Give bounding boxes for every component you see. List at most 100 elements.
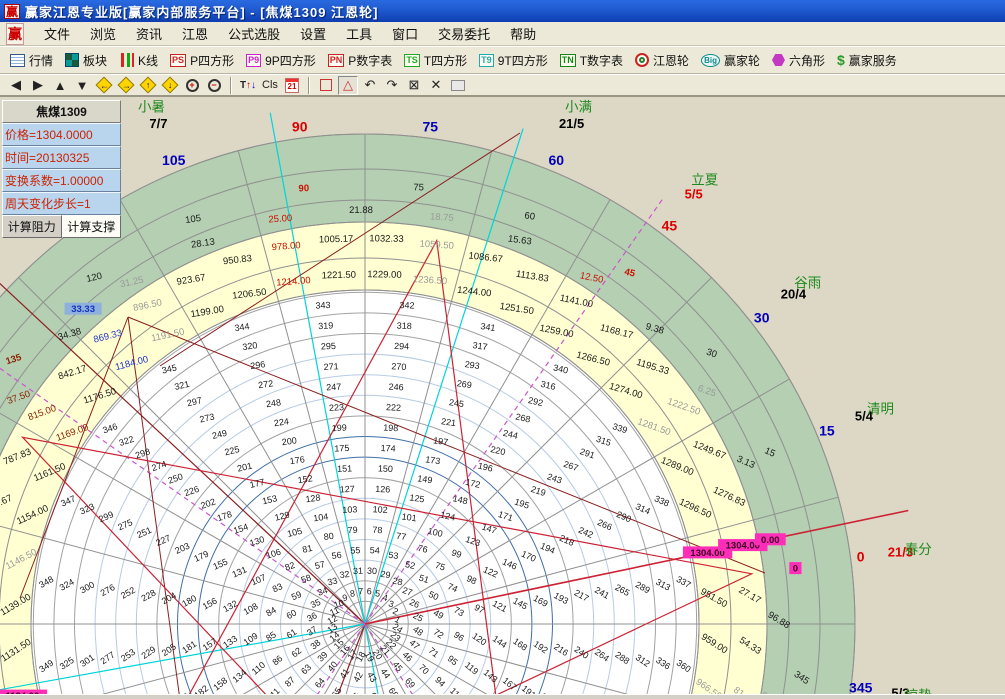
svg-text:78: 78 bbox=[372, 525, 382, 535]
svg-text:245: 245 bbox=[448, 397, 464, 409]
svg-text:53: 53 bbox=[388, 550, 399, 561]
svg-text:立夏: 立夏 bbox=[691, 172, 718, 187]
svg-text:105: 105 bbox=[185, 213, 202, 226]
draw-btn-rotate-cw[interactable]: ↷ bbox=[382, 76, 402, 95]
svg-text:21.88: 21.88 bbox=[349, 205, 373, 216]
svg-text:惊蛰: 惊蛰 bbox=[905, 688, 932, 694]
menu-item-7[interactable]: 窗口 bbox=[382, 22, 428, 45]
draw-btn-nav-down[interactable]: ▼ bbox=[72, 76, 92, 95]
toolbar-btn-sectors[interactable]: 板块 bbox=[59, 49, 113, 72]
svg-text:56: 56 bbox=[331, 550, 342, 561]
gann-wheel-label: 江恩轮 bbox=[653, 52, 689, 69]
draw-btn-zoom-out[interactable]: − bbox=[204, 76, 224, 95]
svg-text:342: 342 bbox=[399, 300, 414, 311]
draw-btn-converge[interactable]: ✕ bbox=[426, 76, 446, 95]
toolbar-btn-winner-wheel[interactable]: Big赢家轮 bbox=[695, 49, 766, 72]
svg-text:1005.17: 1005.17 bbox=[319, 234, 354, 246]
panel-field-1[interactable]: 时间=20130325 bbox=[2, 146, 121, 169]
svg-text:105: 105 bbox=[162, 152, 186, 168]
toolbar-btn-kline[interactable]: K线 bbox=[113, 49, 164, 72]
svg-text:33.33: 33.33 bbox=[71, 304, 95, 315]
toolbar-btn-p-digit-table[interactable]: PNP数字表 bbox=[322, 49, 399, 72]
9t-square-icon: T9 bbox=[479, 54, 494, 67]
panel-field-2[interactable]: 变换系数=1.00000 bbox=[2, 169, 121, 192]
toolbar-btn-hexagon[interactable]: 六角形 bbox=[766, 49, 831, 72]
svg-text:341: 341 bbox=[480, 321, 496, 333]
toolbar-btn-p-square[interactable]: PSP四方形 bbox=[164, 49, 240, 72]
svg-text:0.00: 0.00 bbox=[761, 535, 780, 546]
toolbar-btn-9p-square[interactable]: P99P四方形 bbox=[240, 49, 322, 72]
svg-text:320: 320 bbox=[242, 340, 258, 352]
draw-btn-draw-triangle[interactable]: △ bbox=[338, 76, 358, 95]
menu-item-4[interactable]: 公式选股 bbox=[218, 22, 290, 45]
draw-btn-calendar[interactable]: 21 bbox=[282, 76, 302, 95]
svg-text:271: 271 bbox=[323, 361, 338, 372]
svg-text:0: 0 bbox=[857, 549, 865, 565]
toolbar-btn-t-digit-table[interactable]: TNT数字表 bbox=[554, 49, 629, 72]
draw-btn-pan-left[interactable]: ← bbox=[94, 76, 114, 95]
draw-btn-nav-up[interactable]: ▲ bbox=[50, 76, 70, 95]
toolbar-btn-9t-square[interactable]: T99T四方形 bbox=[473, 49, 554, 72]
draw-btn-cls[interactable]: Cls bbox=[260, 76, 280, 95]
draw-btn-screen[interactable] bbox=[448, 76, 468, 95]
svg-text:102: 102 bbox=[372, 504, 387, 515]
svg-text:272: 272 bbox=[258, 378, 274, 390]
gann-wheel[interactable]: 1234567891011121314151617181920212223242… bbox=[0, 97, 1005, 694]
svg-text:1032.33: 1032.33 bbox=[369, 233, 404, 245]
draw-btn-delete-box[interactable]: ⊠ bbox=[404, 76, 424, 95]
svg-text:春分: 春分 bbox=[905, 542, 932, 557]
svg-text:294: 294 bbox=[394, 341, 409, 352]
menu-item-6[interactable]: 工具 bbox=[336, 22, 382, 45]
svg-text:31: 31 bbox=[353, 566, 363, 576]
9p-square-icon: P9 bbox=[246, 54, 261, 67]
svg-text:246: 246 bbox=[388, 382, 403, 393]
menu-item-2[interactable]: 资讯 bbox=[126, 22, 172, 45]
svg-text:125: 125 bbox=[409, 492, 425, 504]
winner-service-icon: $ bbox=[837, 52, 845, 68]
panel-field-3[interactable]: 周天变化步长=1 bbox=[2, 192, 121, 215]
svg-text:296: 296 bbox=[250, 359, 266, 371]
toolbar-btn-quotes[interactable]: 行情 bbox=[4, 49, 59, 72]
svg-text:101: 101 bbox=[401, 511, 417, 523]
sectors-icon bbox=[65, 53, 79, 67]
menu-item-5[interactable]: 设置 bbox=[290, 22, 336, 45]
draw-btn-pan-down[interactable]: ↓ bbox=[160, 76, 180, 95]
svg-text:18.75: 18.75 bbox=[430, 211, 454, 224]
svg-text:149: 149 bbox=[417, 473, 433, 485]
svg-text:7: 7 bbox=[358, 586, 363, 596]
winner-service-label: 赢家服务 bbox=[849, 52, 897, 69]
svg-text:1236.50: 1236.50 bbox=[412, 274, 447, 287]
menu-item-0[interactable]: 文件 bbox=[34, 22, 80, 45]
svg-text:295: 295 bbox=[321, 341, 336, 352]
svg-text:173: 173 bbox=[425, 454, 441, 466]
svg-text:54: 54 bbox=[369, 545, 379, 555]
menu-item-1[interactable]: 浏览 bbox=[80, 22, 126, 45]
toolbar-btn-winner-service[interactable]: $赢家服务 bbox=[831, 49, 903, 72]
menu-item-9[interactable]: 帮助 bbox=[500, 22, 546, 45]
panel-field-0[interactable]: 价格=1304.0000 bbox=[2, 123, 121, 146]
svg-text:清明: 清明 bbox=[867, 402, 894, 417]
draw-btn-t-updown[interactable]: T↑↓ bbox=[238, 76, 258, 95]
draw-btn-nav-right[interactable]: ▶ bbox=[28, 76, 48, 95]
draw-btn-nav-left[interactable]: ◀ bbox=[6, 76, 26, 95]
menu-item-8[interactable]: 交易委托 bbox=[428, 22, 500, 45]
draw-btn-zoom-in[interactable]: + bbox=[182, 76, 202, 95]
gann-wheel-canvas[interactable]: 1234567891011121314151617181920212223242… bbox=[0, 96, 1005, 693]
svg-text:223: 223 bbox=[329, 402, 344, 413]
draw-btn-pan-up[interactable]: ↑ bbox=[138, 76, 158, 95]
quotes-label: 行情 bbox=[29, 52, 53, 69]
draw-btn-rotate-ccw[interactable]: ↶ bbox=[360, 76, 380, 95]
title-bar[interactable]: 赢 赢家江恩专业版[赢家内部服务平台] - [焦煤1309 江恩轮] bbox=[0, 0, 1005, 22]
draw-btn-draw-square[interactable] bbox=[316, 76, 336, 95]
panel-button-support[interactable]: 计算支撑 bbox=[62, 215, 122, 238]
draw-btn-pan-right[interactable]: → bbox=[116, 76, 136, 95]
toolbar-btn-gann-wheel[interactable]: 江恩轮 bbox=[629, 49, 695, 72]
svg-text:1124.00: 1124.00 bbox=[5, 691, 39, 694]
toolbar-main: 行情板块K线PSP四方形P99P四方形PNP数字表TST四方形T99T四方形TN… bbox=[0, 46, 1005, 74]
svg-text:75: 75 bbox=[423, 118, 439, 134]
panel-button-resistance[interactable]: 计算阻力 bbox=[2, 215, 62, 238]
p-digit-table-label: P数字表 bbox=[348, 52, 392, 69]
svg-text:77: 77 bbox=[396, 531, 407, 542]
toolbar-btn-t-square[interactable]: TST四方形 bbox=[398, 49, 473, 72]
menu-item-3[interactable]: 江恩 bbox=[172, 22, 218, 45]
